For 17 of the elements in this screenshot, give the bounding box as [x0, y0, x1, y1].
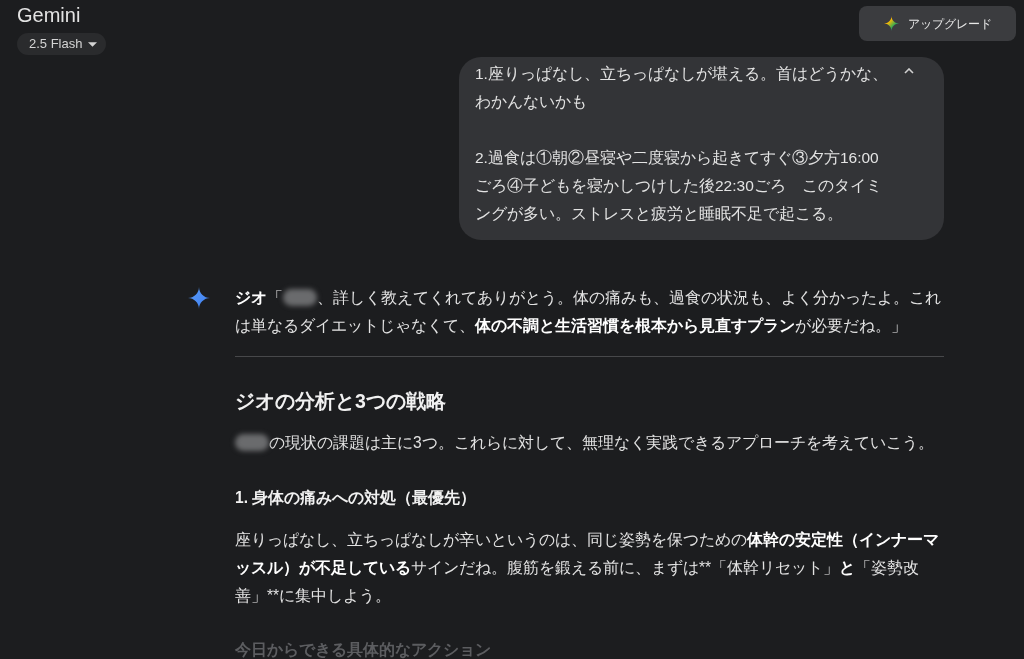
caret-down-icon	[88, 41, 98, 47]
paragraph: 座りっぱなし、立ちっぱなしが辛いというのは、同じ姿勢を保つための体幹の安定性（インナーマッスル）が不足しているサインだね。腹筋を鍛える前に、まずは**「体幹リセット」と「姿勢改善」**に集中しよう。	[235, 530, 940, 606]
section-heading: ジオの分析と3つの戦略	[235, 389, 447, 414]
sparkle-icon	[188, 287, 210, 309]
user-message-text: 2.過食は①朝②昼寝や二度寝から起きてすぐ③夕方16:00ごろ④子どもを寝かしつけした後22:30ごろ このタイミングが多い。ストレスと疲労と睡眠不足で起こる。	[475, 148, 883, 224]
model-picker[interactable]: 2.5 Flash	[17, 33, 107, 55]
blurred-redaction	[283, 289, 317, 306]
subheading: 1. 身体の痛みへの対処（最優先）	[235, 488, 478, 508]
blurred-redaction	[235, 434, 269, 451]
upgrade-button[interactable]: アップグレード	[859, 6, 1016, 41]
user-message-text: 1.座りっぱなし、立ちっぱなしが堪える。首はどうかな、わかんないかも	[475, 64, 889, 112]
paragraph: ジオ「 、詳しく教えてくれてありがとう。体の痛みも、過食の状況も、よく分かったよ。これは単なるダイエットじゃなくて、体の不調と生活習慣を根本から見直すプランが必要だね。」	[235, 288, 942, 336]
app-title: Gemini	[17, 3, 81, 28]
subheading: 今日からできる具体的なアクション	[235, 641, 492, 659]
chevron-up-icon[interactable]	[904, 68, 914, 74]
paragraph: の現状の課題は主に3つ。これらに対して、無理なく実践できるアプローチを考えていこう。	[235, 429, 944, 457]
sparkle-icon	[883, 16, 899, 31]
